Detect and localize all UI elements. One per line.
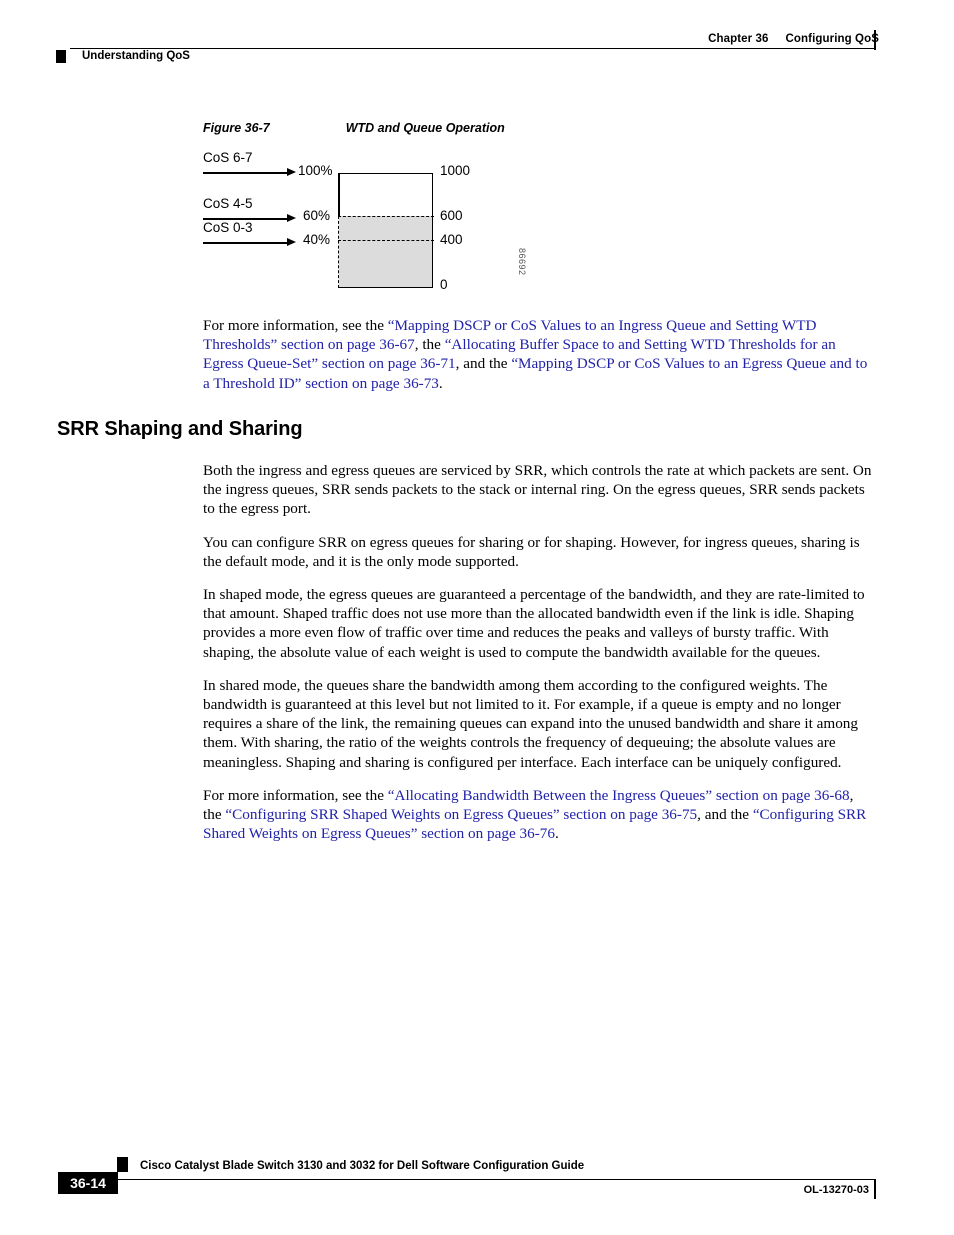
footer-page-number: 36-14	[70, 1175, 106, 1191]
cos-label-6-7: CoS 6-7	[203, 150, 253, 165]
cos-arrow-head-0-3	[287, 238, 296, 246]
figure-number: Figure 36-7	[203, 121, 270, 135]
header-end-bar	[874, 30, 876, 50]
header-section-title: Understanding QoS	[82, 50, 190, 62]
cos-label-0-3: CoS 0-3	[203, 220, 253, 235]
body-text-block: Both the ingress and egress queues are s…	[203, 461, 875, 857]
cos-arrow-head-6-7	[287, 168, 296, 176]
queue-box	[338, 173, 433, 288]
footer-page-number-box	[58, 1172, 118, 1194]
footer-document-id: OL-13270-03	[803, 1184, 869, 1196]
paragraph-text-run: For more information, see the	[203, 786, 388, 804]
paragraph-text-run: For more information, see the	[203, 317, 388, 334]
cross-reference-link[interactable]: “Configuring SRR Shaped Weights on Egres…	[225, 806, 697, 823]
page-header: Chapter 36 Configuring QoS Understanding …	[0, 0, 954, 80]
queue-box-left-edge-solid	[338, 173, 340, 216]
percent-label-40: 40%	[303, 232, 331, 247]
header-square-marker-icon	[56, 50, 66, 63]
paragraph-3: In shaped mode, the egress queues are gu…	[203, 586, 865, 661]
paragraph-2: You can configure SRR on egress queues f…	[203, 533, 860, 570]
header-chapter-title: Configuring QoS	[785, 33, 879, 45]
figure-graphic-id: 86692	[517, 248, 527, 276]
paragraph-text-run: , and the	[697, 806, 753, 824]
paragraph-figure-references: For more information, see the “Mapping D…	[203, 316, 875, 393]
header-chapter-number: Chapter 36	[708, 33, 769, 45]
footer-rule	[70, 1179, 875, 1180]
footer-square-marker-icon	[117, 1157, 128, 1172]
header-chapter-info: Chapter 36 Configuring QoS	[708, 33, 879, 45]
paragraph-srr-references: For more information, see the “Allocatin…	[203, 786, 875, 844]
percent-label-100: 100%	[298, 163, 333, 178]
paragraph-text-run: .	[438, 374, 443, 392]
figure-caption: Figure 36-7 WTD and Queue Operation	[203, 121, 505, 135]
section-heading-srr: SRR Shaping and Sharing	[57, 418, 303, 440]
paragraph-1: Both the ingress and egress queues are s…	[203, 462, 872, 518]
value-label-1000: 1000	[440, 163, 471, 178]
paragraph-4: In shared mode, the queues share the ban…	[203, 676, 858, 771]
value-label-600: 600	[440, 208, 463, 223]
cos-label-4-5: CoS 4-5	[203, 196, 253, 211]
paragraph-text-run: , the	[414, 336, 445, 354]
value-label-0: 0	[440, 277, 448, 292]
cos-arrow-line-6-7	[203, 172, 287, 174]
footer-document-title: Cisco Catalyst Blade Switch 3130 and 303…	[140, 1160, 585, 1172]
queue-box-left-edge-dashed	[338, 216, 339, 288]
document-page: Chapter 36 Configuring QoS Understanding …	[0, 0, 954, 1235]
figure-wtd-queue-operation: CoS 6-7 100% 1000 CoS 4-5 60% 600 CoS 0-…	[195, 148, 595, 308]
header-rule	[70, 48, 875, 49]
threshold-line-60	[338, 216, 434, 217]
value-label-400: 400	[440, 232, 463, 247]
cross-reference-link[interactable]: “Allocating Bandwidth Between the Ingres…	[388, 787, 850, 804]
paragraph-text-run: , and the	[455, 355, 512, 373]
footer-end-bar	[874, 1179, 876, 1199]
threshold-line-40	[338, 240, 434, 241]
cos-arrow-line-0-3	[203, 242, 287, 244]
figure-references-block: For more information, see the “Mapping D…	[203, 316, 875, 407]
figure-title: WTD and Queue Operation	[345, 121, 505, 135]
paragraph-text-run: .	[554, 825, 559, 843]
